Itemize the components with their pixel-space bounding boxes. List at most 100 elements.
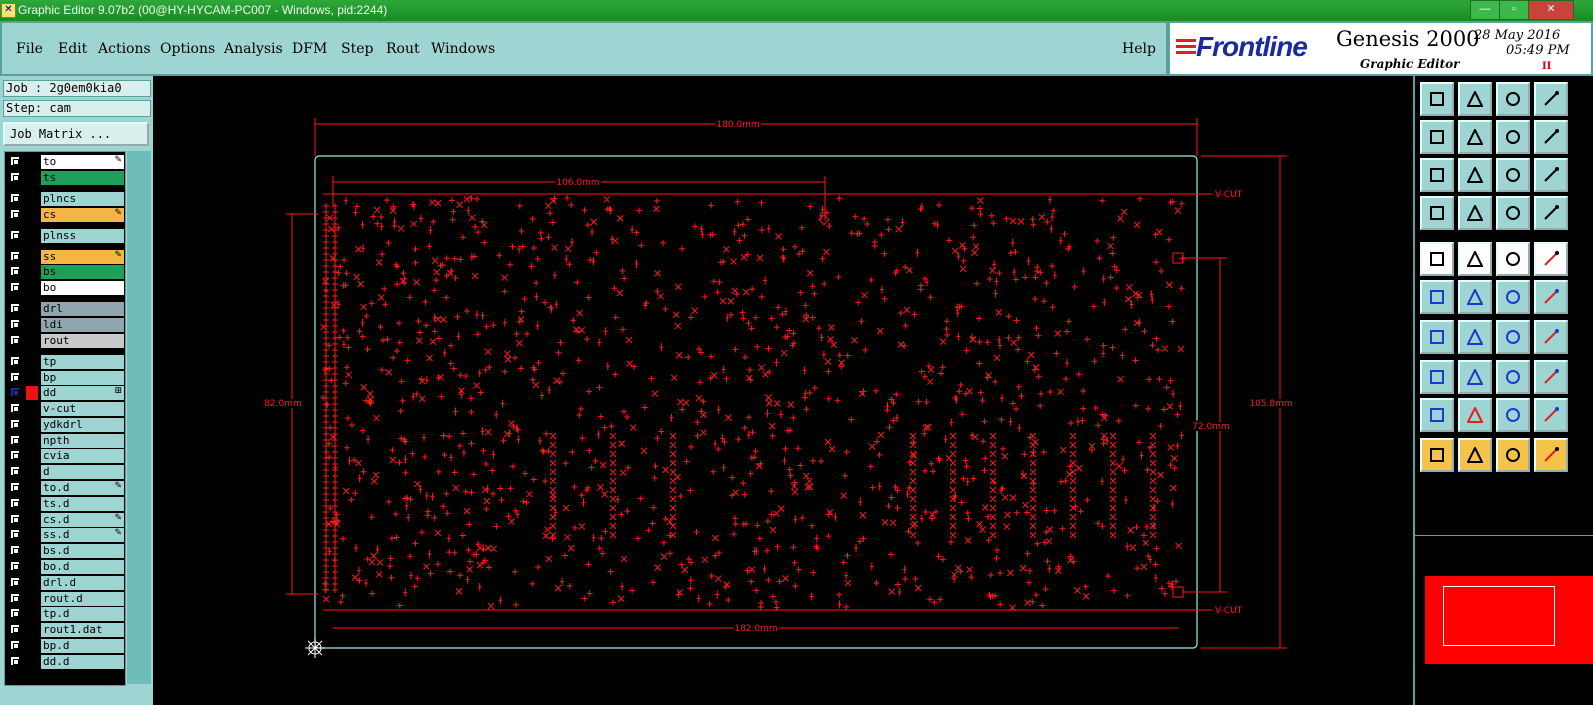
layer-checkbox[interactable] [10,419,20,429]
layer-row-ss-d[interactable]: ss.d ✎ [8,528,124,542]
layer-color-swatch[interactable] [26,281,38,295]
line-tool-button[interactable] [1458,242,1492,276]
zoom-fit-tool-button[interactable] [1420,158,1454,192]
layer-name[interactable]: plncs [41,192,124,206]
layer-row-drl[interactable]: drl [8,302,124,316]
layer-checkbox[interactable] [10,230,20,240]
layer-row-bo-d[interactable]: bo.d [8,560,124,574]
layer-color-swatch[interactable] [26,171,38,185]
layer-color-swatch[interactable] [26,623,38,637]
menu-analysis[interactable]: Analysis [224,41,283,57]
layer-color-swatch[interactable] [26,544,38,558]
layer-name[interactable]: bp.d [41,639,124,653]
layers-tool-button[interactable] [1496,196,1530,230]
menu-dfm[interactable]: DFM [292,41,327,57]
layer-checkbox[interactable] [10,577,20,587]
job-matrix-button[interactable]: Job Matrix ... [3,122,149,146]
zoom-area-tool-button[interactable] [1458,158,1492,192]
tri3-tool-button[interactable] [1496,398,1530,432]
layer-row-ldi[interactable]: ldi [8,318,124,332]
tri-tool-button[interactable] [1420,398,1454,432]
pointer-tool-button[interactable] [1420,438,1454,472]
layer-checkbox[interactable] [10,303,20,313]
home-up-tool-button[interactable] [1420,82,1454,116]
layer-name[interactable]: rout [41,334,124,348]
snap-alt-tool-button[interactable] [1534,280,1568,314]
layer-color-swatch[interactable] [26,318,38,332]
measure-tool-button[interactable] [1420,360,1454,394]
home-tool-button[interactable] [1496,82,1530,116]
layer-row-ydkdrl[interactable]: ydkdrl [8,418,124,432]
layer-color-swatch[interactable] [26,208,38,222]
menu-help[interactable]: Help [1122,41,1156,57]
layer-name[interactable]: ydkdrl [41,418,124,432]
layer-name[interactable]: drl [41,302,124,316]
one-to-one-tool-button[interactable] [1496,158,1530,192]
layer-row-d[interactable]: d [8,465,124,479]
layer-checkbox[interactable] [10,266,20,276]
layer-checkbox[interactable] [10,624,20,634]
layer-row-cs[interactable]: cs ✎ [8,208,124,222]
maximize-button[interactable]: ▫ [1499,0,1529,20]
tri4-tool-button[interactable] [1534,398,1568,432]
minimap-view-rect[interactable] [1443,586,1555,646]
layer-checkbox[interactable] [10,372,20,382]
layer-name[interactable]: ss [41,250,124,264]
layer-color-swatch[interactable] [26,513,38,527]
layer-checkbox[interactable] [10,482,20,492]
pointer-box-tool-button[interactable] [1458,438,1492,472]
minus-tool-button[interactable] [1458,360,1492,394]
layer-name[interactable]: to [41,155,124,169]
layer-name[interactable]: cs [41,208,124,222]
help-tool-button[interactable] [1534,158,1568,192]
grid-tool-button[interactable] [1458,196,1492,230]
layer-row-npth[interactable]: npth [8,434,124,448]
layer-checkbox[interactable] [10,435,20,445]
layer-row-ts-d[interactable]: ts.d [8,497,124,511]
layer-row-v-cut[interactable]: v-cut [8,402,124,416]
layer-row-bs[interactable]: bs [8,265,124,279]
pointer-alt-tool-button[interactable] [1496,438,1530,472]
layer-checkbox[interactable] [10,403,20,413]
layer-row-bo[interactable]: bo [8,281,124,295]
layer-checkbox[interactable] [10,335,20,345]
connect-tool-button[interactable] [1534,438,1568,472]
layer-row-bs-d[interactable]: bs.d [8,544,124,558]
layer-checkbox[interactable] [10,498,20,508]
menu-windows[interactable]: Windows [431,41,495,57]
menu-rout[interactable]: Rout [386,41,420,57]
layer-row-tp-d[interactable]: tp.d [8,607,124,621]
layer-name[interactable]: bp [41,371,124,385]
redraw-tool-button[interactable] [1534,120,1568,154]
menu-file[interactable]: File [16,41,43,57]
layer-name[interactable]: ldi [41,318,124,332]
layer-color-swatch[interactable] [26,639,38,653]
layer-color-swatch[interactable] [26,418,38,432]
layer-row-cvia[interactable]: cvia [8,449,124,463]
layer-color-swatch[interactable] [26,386,38,400]
pad-tool-button[interactable] [1420,242,1454,276]
sq-tool-button[interactable] [1534,360,1568,394]
layer-checkbox[interactable] [10,193,20,203]
layer-checkbox[interactable] [10,561,20,571]
layer-row-to[interactable]: to ✎ [8,155,124,169]
arc-tool-button[interactable] [1496,320,1530,354]
layer-color-swatch[interactable] [26,560,38,574]
layer-row-rout[interactable]: rout [8,334,124,348]
layer-name[interactable]: drl.d [41,576,124,590]
graphic-canvas[interactable]: 180.0mm 106.0mm 182.0mm 82.0mm 72.0mm 10… [153,76,1413,705]
board-drawing[interactable]: 180.0mm 106.0mm 182.0mm 82.0mm 72.0mm 10… [153,76,1413,705]
layer-name[interactable]: dd [41,386,124,400]
layer-color-swatch[interactable] [26,192,38,206]
layer-name[interactable]: tp.d [41,607,124,621]
layer-checkbox[interactable] [10,593,20,603]
layer-color-swatch[interactable] [26,229,38,243]
layer-name[interactable]: bo [41,281,124,295]
snap-tool-button[interactable] [1496,280,1530,314]
layer-color-swatch[interactable] [26,528,38,542]
layer-checkbox[interactable] [10,319,20,329]
layer-row-bp[interactable]: bp [8,371,124,385]
layer-color-swatch[interactable] [26,434,38,448]
box-tool-button[interactable] [1496,360,1530,394]
layer-color-swatch[interactable] [26,449,38,463]
